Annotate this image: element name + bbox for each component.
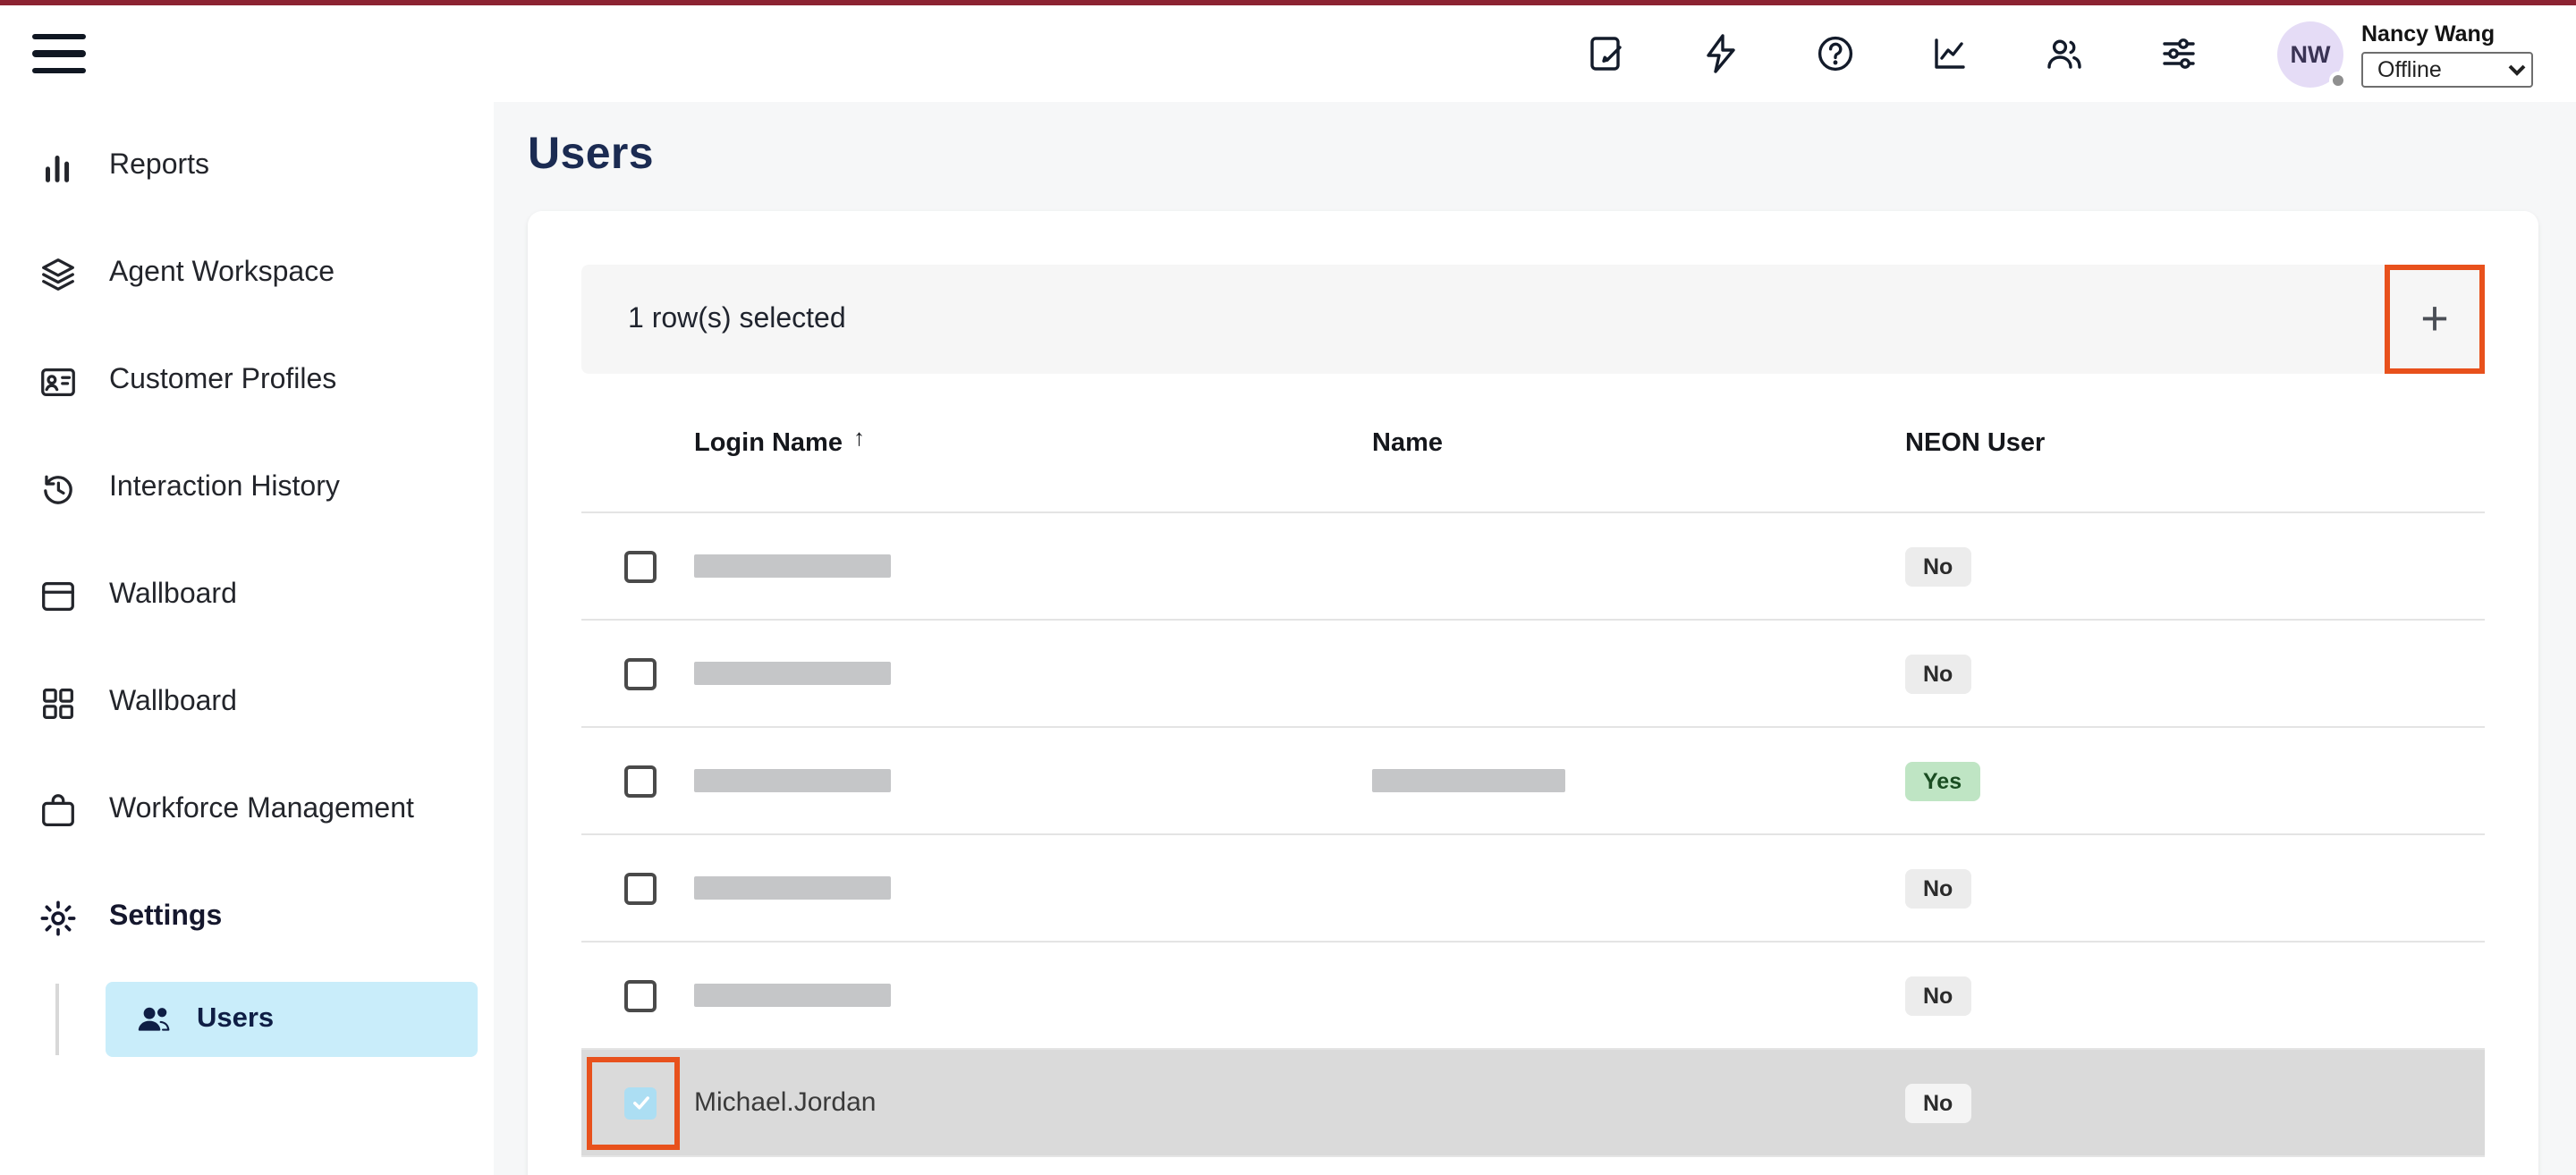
table-header-row: Login Name ↑ Name NEON User [581, 374, 2485, 513]
redacted-login-name [694, 984, 891, 1007]
column-header-name[interactable]: Name [1372, 428, 1443, 457]
sidebar-item-label: Reports [109, 150, 209, 182]
preferences-sliders-icon[interactable] [2156, 30, 2202, 77]
sort-ascending-icon[interactable]: ↑ [853, 424, 865, 451]
history-icon [38, 468, 79, 509]
sidebar-item-label: Wallboard [109, 579, 237, 612]
app-root: NW Nancy Wang Offline Reports Agent Work… [0, 0, 2576, 1175]
redacted-login-name [694, 876, 891, 900]
notes-icon[interactable] [1583, 30, 1630, 77]
user-name: Nancy Wang [2361, 21, 2533, 46]
users-table: Login Name ↑ Name NEON User No [581, 374, 2485, 1157]
lightning-icon[interactable] [1698, 30, 1744, 77]
redacted-login-name [694, 662, 891, 685]
sidebar-item-label: Customer Profiles [109, 365, 336, 397]
redacted-name [1372, 769, 1565, 792]
contact-card-icon [38, 360, 79, 402]
redacted-login-name [694, 554, 891, 578]
layers-icon [38, 253, 79, 294]
contacts-icon[interactable] [2041, 30, 2088, 77]
row-checkbox-checked[interactable] [624, 1086, 657, 1119]
table-row-selected: Michael.Jordan No [581, 1050, 2485, 1157]
sidebar-item-reports[interactable]: Reports [0, 113, 494, 220]
row-checkbox[interactable] [624, 550, 657, 582]
bar-chart-icon [38, 146, 79, 187]
hamburger-menu-button[interactable] [32, 34, 86, 73]
sidebar-item-users[interactable]: Users [106, 982, 478, 1057]
sidebar-item-settings[interactable]: Settings [0, 864, 494, 971]
neon-user-badge: No [1905, 654, 1970, 693]
table-row: No [581, 835, 2485, 943]
redacted-login-name [694, 769, 891, 792]
sidebar-item-label: Users [197, 1003, 274, 1036]
sidebar-item-agent-workspace[interactable]: Agent Workspace [0, 220, 494, 327]
table-row: No [581, 621, 2485, 728]
sidebar-item-label: Agent Workspace [109, 258, 335, 290]
sidebar-item-label: Interaction History [109, 472, 340, 504]
table-row: Yes [581, 728, 2485, 835]
grid-icon [38, 682, 79, 723]
avatar-wrap: NW [2277, 21, 2343, 87]
browser-window-icon [38, 575, 79, 616]
users-card: 1 row(s) selected + Login Name ↑ Na [528, 211, 2538, 1175]
sidebar-item-interaction-history[interactable]: Interaction History [0, 435, 494, 542]
table-row: No [581, 943, 2485, 1050]
topbar-right-cluster: NW Nancy Wang Offline [1515, 21, 2533, 87]
sidebar-item-label: Settings [109, 901, 222, 934]
main-content: Users 1 row(s) selected + Login Name [494, 102, 2576, 1175]
neon-user-badge: No [1905, 976, 1970, 1015]
indent-line [55, 984, 59, 1055]
header-checkbox-cell [581, 374, 694, 511]
table-row: No [581, 513, 2485, 621]
sidebar-item-label: Workforce Management [109, 794, 414, 826]
row-checkbox[interactable] [624, 657, 657, 689]
column-header-login-name[interactable]: Login Name [694, 428, 843, 457]
row-checkbox[interactable] [624, 872, 657, 904]
neon-user-badge: No [1905, 868, 1970, 908]
presence-status-select[interactable]: Offline [2361, 51, 2533, 87]
briefcase-icon [38, 790, 79, 831]
topbar: NW Nancy Wang Offline [0, 0, 2576, 102]
sidebar-settings-subsection: Users [0, 978, 494, 1061]
users-icon [134, 1000, 174, 1039]
selection-count-text: 1 row(s) selected [628, 303, 846, 335]
sidebar-item-customer-profiles[interactable]: Customer Profiles [0, 327, 494, 435]
sidebar-item-wallboard-2[interactable]: Wallboard [0, 649, 494, 757]
page-title: Users [528, 129, 2538, 181]
row-checkbox[interactable] [624, 979, 657, 1011]
sidebar: Reports Agent Workspace Customer Profile… [0, 102, 494, 1175]
gear-icon [38, 897, 79, 938]
add-user-area: + [2385, 265, 2485, 374]
login-name-cell: Michael.Jordan [694, 1087, 876, 1118]
analytics-icon[interactable] [1927, 30, 1973, 77]
neon-user-badge: No [1905, 546, 1970, 586]
column-header-neon-user[interactable]: NEON User [1905, 428, 2045, 457]
row-checkbox[interactable] [624, 765, 657, 797]
user-block: Nancy Wang Offline [2361, 21, 2533, 87]
status-dot [2329, 71, 2347, 89]
sidebar-item-workforce-management[interactable]: Workforce Management [0, 757, 494, 864]
sidebar-item-label: Wallboard [109, 687, 237, 719]
help-icon[interactable] [1812, 30, 1859, 77]
neon-user-badge: No [1905, 1083, 1970, 1122]
table-toolbar: 1 row(s) selected + [581, 265, 2485, 374]
neon-user-badge: Yes [1905, 761, 1979, 800]
add-user-button[interactable]: + [2385, 265, 2485, 374]
sidebar-item-wallboard[interactable]: Wallboard [0, 542, 494, 649]
